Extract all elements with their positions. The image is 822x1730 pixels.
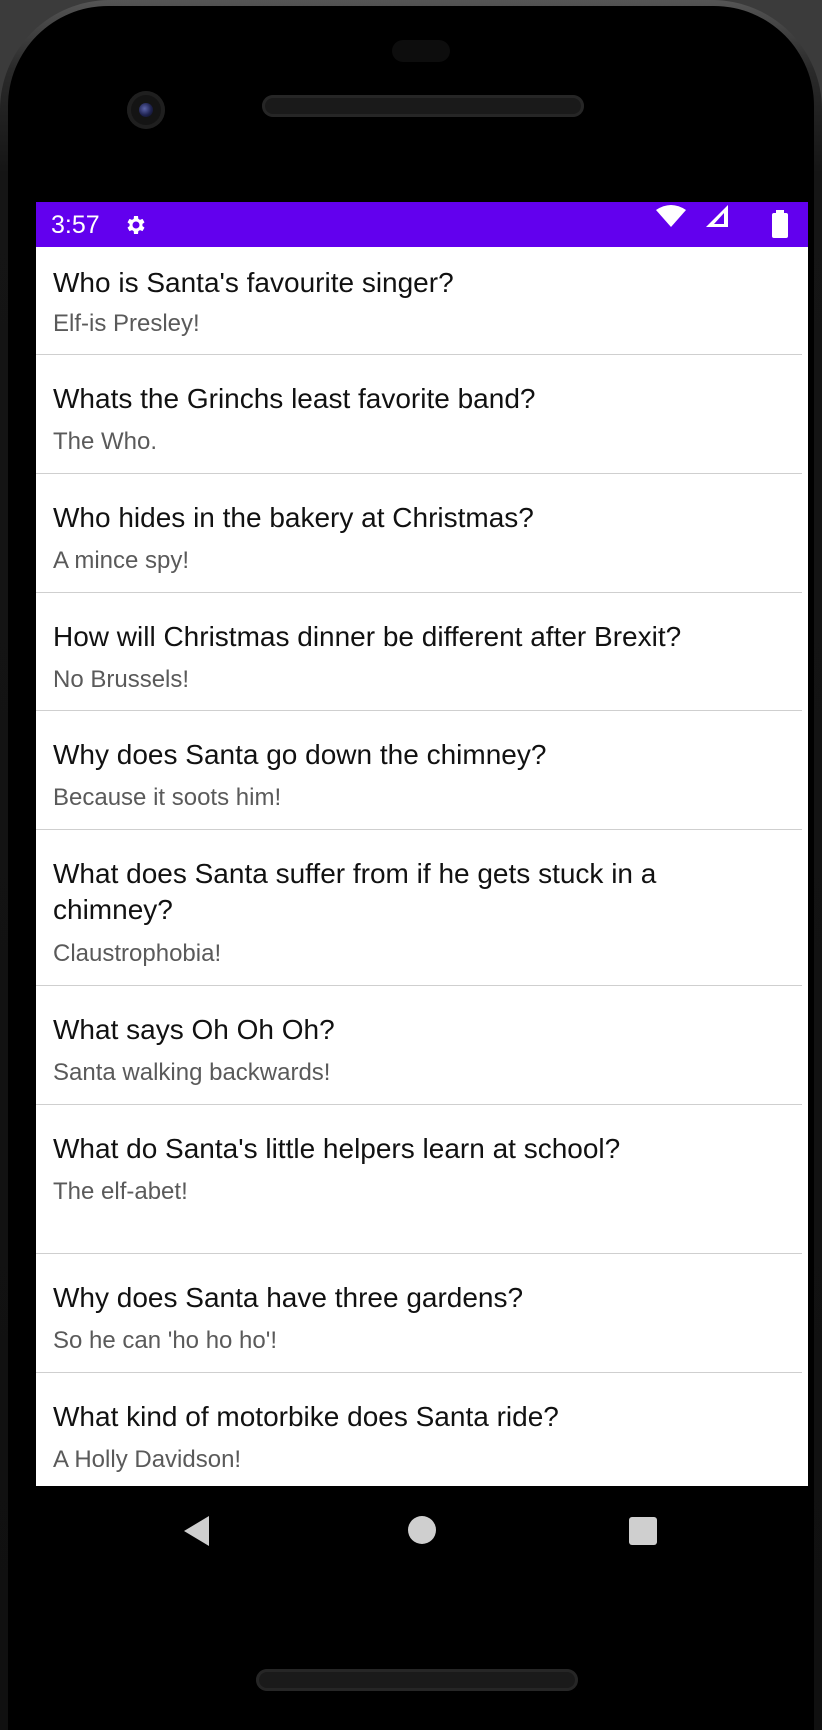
status-bar: 3:57	[36, 202, 808, 247]
joke-question: Who is Santa's favourite singer?	[53, 267, 454, 298]
joke-answer: A Holly Davidson!	[53, 1446, 242, 1473]
joke-answer: So he can 'ho ho ho'!	[53, 1327, 278, 1354]
joke-question: What does Santa suffer from if he gets s…	[53, 858, 657, 925]
list-item[interactable]: Whats the Grinchs least favorite band? T…	[36, 355, 802, 474]
device-screen: 3:57 Who is Santa's favourite singer? El…	[36, 202, 808, 1486]
recents-icon[interactable]	[629, 1517, 657, 1545]
joke-answer: The elf-abet!	[53, 1178, 188, 1205]
joke-question: What kind of motorbike does Santa ride?	[53, 1401, 559, 1432]
list-item[interactable]: Why does Santa go down the chimney? Beca…	[36, 711, 802, 830]
back-icon[interactable]	[183, 1515, 211, 1547]
joke-question: What says Oh Oh Oh?	[53, 1014, 335, 1045]
proximity-sensor	[392, 40, 450, 62]
home-icon[interactable]	[408, 1516, 436, 1544]
list-item[interactable]: How will Christmas dinner be different a…	[36, 593, 802, 711]
joke-answer: The Who.	[53, 428, 158, 455]
joke-question: How will Christmas dinner be different a…	[53, 621, 682, 652]
joke-answer: A mince spy!	[53, 547, 190, 574]
list-item[interactable]: What does Santa suffer from if he gets s…	[36, 830, 802, 986]
list-item[interactable]: Who hides in the bakery at Christmas? A …	[36, 474, 802, 593]
joke-answer: Claustrophobia!	[53, 940, 222, 967]
joke-question: Why does Santa have three gardens?	[53, 1282, 524, 1313]
list-item[interactable]: What kind of motorbike does Santa ride? …	[36, 1373, 802, 1486]
list-item[interactable]: What says Oh Oh Oh? Santa walking backwa…	[36, 986, 802, 1105]
signal-icon	[706, 205, 728, 227]
joke-list[interactable]: Who is Santa's favourite singer? Elf-is …	[36, 247, 808, 1486]
joke-question: Who hides in the bakery at Christmas?	[53, 502, 534, 533]
joke-answer: Elf-is Presley!	[53, 310, 200, 337]
bottom-speaker-grille	[256, 1669, 578, 1691]
joke-question: Why does Santa go down the chimney?	[53, 739, 547, 770]
status-time: 3:57	[51, 211, 100, 239]
joke-answer: Because it soots him!	[53, 784, 282, 811]
camera-lens	[139, 103, 153, 117]
joke-question: What do Santa's little helpers learn at …	[53, 1133, 621, 1164]
top-speaker-grille	[262, 95, 584, 117]
list-item[interactable]: Who is Santa's favourite singer? Elf-is …	[36, 247, 802, 355]
wifi-icon	[656, 205, 686, 227]
battery-icon	[772, 210, 788, 238]
joke-question: Whats the Grinchs least favorite band?	[53, 383, 536, 414]
list-item[interactable]: What do Santa's little helpers learn at …	[36, 1105, 802, 1254]
joke-answer: Santa walking backwards!	[53, 1059, 331, 1086]
joke-answer: No Brussels!	[53, 666, 190, 693]
gear-icon	[127, 216, 145, 234]
list-item[interactable]: Why does Santa have three gardens? So he…	[36, 1254, 802, 1373]
